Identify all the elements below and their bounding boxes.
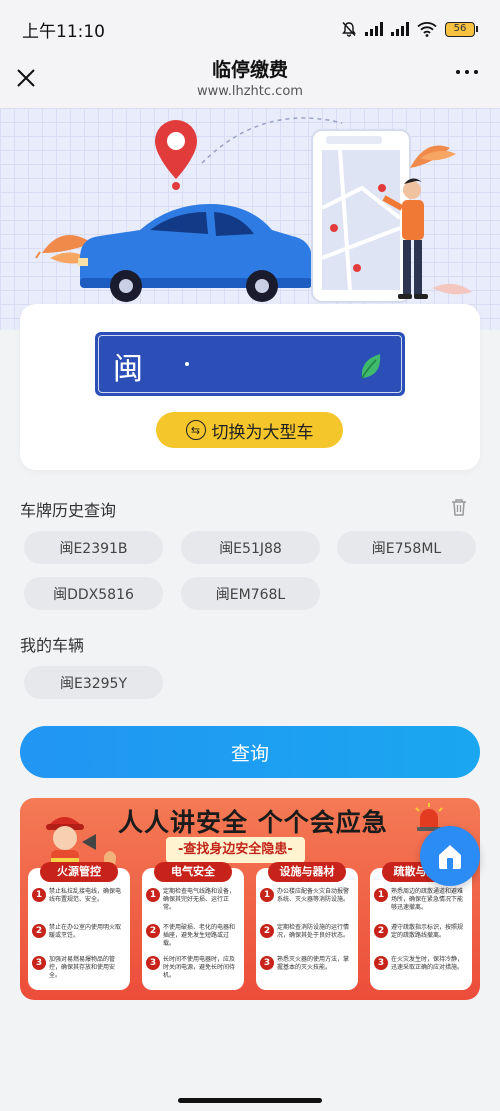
history-chip[interactable]: 闽E2391B xyxy=(24,531,163,564)
banner-column: 设施与器材 1 办公楼应配备火灾自动报警系统、灭火器等消防设施。 2 定期检查消防设… xyxy=(256,862,358,990)
banner-column-head: 火源管控 xyxy=(40,862,118,882)
switch-button-label: 切换为大型车 xyxy=(211,422,314,443)
location-pin-icon xyxy=(155,120,197,190)
banner-item-text: 定期检查电气线路和设备，确保其完好无损、运行正常。 xyxy=(163,888,236,911)
banner-column-head: 电气安全 xyxy=(154,862,232,882)
history-chip[interactable]: 闽DDX5816 xyxy=(24,577,163,610)
banner-item-text: 熟悉周边的疏散通道和避难场所，确保在紧急情况下能够迅速撤离。 xyxy=(391,888,464,911)
home-indicator[interactable] xyxy=(178,1098,322,1103)
plate-province[interactable]: 闽 xyxy=(113,344,143,388)
status-icons: 56 xyxy=(341,21,478,37)
plate-input-card: 闽 ⇆ 切换为大型车 xyxy=(20,304,480,470)
history-chip[interactable]: 闽E51J88 xyxy=(181,531,320,564)
wifi-icon xyxy=(417,22,437,37)
status-bar: 上午11:10 56 xyxy=(0,0,500,58)
banner-item-text: 加强对易燃易爆物品的管控，确保其存放和使用安全。 xyxy=(49,956,116,979)
mute-icon xyxy=(342,22,356,37)
my-vehicle-chip[interactable]: 闽E3295Y xyxy=(24,666,163,699)
banner-column-head: 设施与器材 xyxy=(268,862,346,882)
signal-icon-1 xyxy=(365,22,383,36)
my-vehicles-title: 我的车辆 xyxy=(20,636,85,655)
car-illustration xyxy=(78,204,312,302)
page-url: www.lhzhtc.com xyxy=(197,84,303,99)
phone-map-illustration xyxy=(311,129,411,303)
safety-banner[interactable]: 人人讲安全 个个会应急 -查找身边安全隐患- 火源管控 1 禁止私拉乱接电线，确保… xyxy=(20,798,480,1000)
switch-to-large-vehicle-button[interactable]: ⇆ 切换为大型车 xyxy=(156,412,343,448)
more-icon[interactable] xyxy=(456,70,478,74)
nav-bar: 临停缴费 www.lhzhtc.com xyxy=(0,58,500,108)
banner-subtitle: -查找身边安全隐患- xyxy=(166,837,305,863)
banner-column: 疏散与逃生 1 熟悉周边的疏散通道和避难场所，确保在紧急情况下能够迅速撤离。 2遵… xyxy=(370,862,472,990)
banner-item-text: 禁止在办公室内使用明火取暖或烹饪。 xyxy=(49,924,122,939)
banner-item-text: 办公楼应配备火灾自动报警系统、灭火器等消防设施。 xyxy=(277,888,350,903)
banner-item-text: 不使用破损、老化的电器和插座，避免发生短路或过载。 xyxy=(163,924,236,947)
history-chip[interactable]: 闽E758ML xyxy=(337,531,476,564)
home-float-button[interactable] xyxy=(420,826,480,886)
status-time: 上午11:10 xyxy=(22,21,105,42)
banner-item-text: 定期检查消防设施的运行情况，确保其处于良好状态。 xyxy=(277,924,350,939)
plate-separator-dot xyxy=(185,362,189,366)
banner-item-text: 在火灾发生时，保持冷静，迅速采取正确的应对措施。 xyxy=(391,956,464,971)
banner-column: 电气安全 1 定期检查电气线路和设备，确保其完好无损、运行正常。 2 不使用破损、老… xyxy=(142,862,244,990)
history-title: 车牌历史查询 xyxy=(20,501,117,520)
page-title: 临停缴费 xyxy=(211,59,288,81)
banner-item-text: 熟悉灭火器的使用方法，掌握基本的灭火技能。 xyxy=(277,956,350,971)
banner-title: 人人讲安全 个个会应急 xyxy=(118,808,388,837)
battery-icon: 56 xyxy=(445,21,478,37)
hero-illustration xyxy=(0,108,500,330)
battery-level: 56 xyxy=(445,21,475,37)
query-button[interactable]: 查询 xyxy=(20,726,480,778)
signal-icon-2 xyxy=(391,22,409,36)
plate-input[interactable]: 闽 xyxy=(95,332,405,396)
trash-icon[interactable] xyxy=(450,497,468,517)
banner-column: 火源管控 1 禁止私拉乱接电线，确保电线布置规范、安全。 2 禁止在办公室内使用明火… xyxy=(28,862,130,990)
history-chip[interactable]: 闽EM768L xyxy=(181,577,320,610)
banner-item-text: 长时间不使用电器时，应及时关闭电源，避免长时间待机。 xyxy=(163,956,236,979)
swap-icon: ⇆ xyxy=(185,420,206,440)
banner-item-text: 遵守疏散指示标识，按照规定的疏散路线撤离。 xyxy=(391,924,464,939)
banner-item-text: 禁止私拉乱接电线，确保电线布置规范、安全。 xyxy=(49,888,122,903)
home-icon xyxy=(439,845,461,869)
new-energy-leaf-icon[interactable] xyxy=(359,352,383,380)
